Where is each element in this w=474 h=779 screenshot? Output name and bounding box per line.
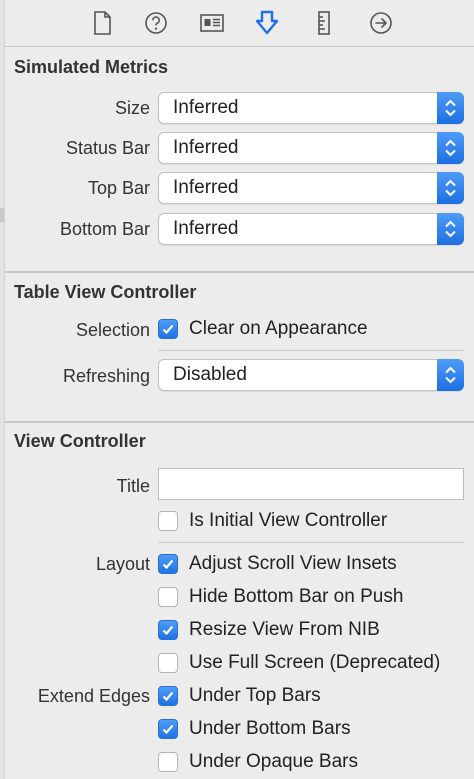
top-bar-value: Inferred bbox=[173, 177, 239, 198]
refreshing-popup[interactable]: Disabled bbox=[158, 359, 464, 391]
top-bar-label: Top Bar bbox=[87, 178, 150, 198]
view-controller-title: View Controller bbox=[14, 431, 146, 451]
bottom-bar-label: Bottom Bar bbox=[59, 219, 150, 239]
under-bottom-bars-checkbox[interactable] bbox=[158, 719, 178, 739]
hide-bottom-bar-label: Hide Bottom Bar on Push bbox=[189, 586, 404, 607]
adjust-scroll-view-insets-checkbox[interactable] bbox=[158, 554, 178, 574]
layout-label: Layout bbox=[95, 554, 150, 574]
adjust-scroll-view-insets-label: Adjust Scroll View Insets bbox=[189, 553, 397, 574]
is-initial-checkbox[interactable] bbox=[158, 511, 178, 531]
top-bar-popup[interactable]: Inferred bbox=[158, 172, 464, 204]
attributes-icon[interactable] bbox=[253, 9, 281, 37]
section-divider bbox=[5, 421, 474, 423]
refreshing-label: Refreshing bbox=[62, 366, 150, 386]
status-bar-value: Inferred bbox=[173, 137, 239, 158]
under-top-bars-label: Under Top Bars bbox=[189, 685, 321, 706]
clear-on-appearance-checkbox[interactable] bbox=[158, 319, 178, 339]
hide-bottom-bar-checkbox[interactable] bbox=[158, 587, 178, 607]
left-pane-edge bbox=[0, 0, 5, 779]
resize-view-from-nib-label: Resize View From NIB bbox=[189, 619, 380, 640]
inspector-toolbar bbox=[5, 0, 474, 47]
is-initial-label: Is Initial View Controller bbox=[189, 510, 388, 531]
refreshing-value: Disabled bbox=[173, 364, 247, 385]
help-icon[interactable] bbox=[142, 9, 170, 37]
stepper-icon bbox=[437, 132, 464, 164]
selection-label: Selection bbox=[75, 320, 150, 340]
title-label: Title bbox=[116, 476, 150, 496]
size-popup[interactable]: Inferred bbox=[158, 92, 464, 124]
under-opaque-bars-checkbox[interactable] bbox=[158, 752, 178, 772]
clear-on-appearance-label: Clear on Appearance bbox=[189, 318, 368, 339]
stepper-icon bbox=[437, 92, 464, 124]
pane-resize-notch bbox=[0, 208, 4, 222]
connections-icon[interactable] bbox=[367, 9, 395, 37]
table-view-controller-title: Table View Controller bbox=[14, 282, 197, 302]
size-icon[interactable] bbox=[310, 9, 338, 37]
title-input[interactable] bbox=[158, 468, 464, 500]
size-label: Size bbox=[114, 98, 150, 118]
simulated-metrics-title: Simulated Metrics bbox=[14, 57, 169, 77]
under-top-bars-checkbox[interactable] bbox=[158, 686, 178, 706]
stepper-icon bbox=[437, 172, 464, 204]
file-icon[interactable] bbox=[88, 9, 116, 37]
bottom-bar-value: Inferred bbox=[173, 218, 239, 239]
bottom-bar-popup[interactable]: Inferred bbox=[158, 213, 464, 245]
extend-edges-label: Extend Edges bbox=[37, 686, 150, 706]
stepper-icon bbox=[437, 359, 464, 391]
stepper-icon bbox=[437, 213, 464, 245]
identity-icon[interactable] bbox=[198, 9, 226, 37]
row-divider bbox=[158, 350, 464, 351]
row-divider bbox=[158, 542, 464, 543]
status-bar-label: Status Bar bbox=[65, 138, 150, 158]
resize-view-from-nib-checkbox[interactable] bbox=[158, 620, 178, 640]
under-opaque-bars-label: Under Opaque Bars bbox=[189, 751, 358, 772]
status-bar-popup[interactable]: Inferred bbox=[158, 132, 464, 164]
size-value: Inferred bbox=[173, 97, 239, 118]
under-bottom-bars-label: Under Bottom Bars bbox=[189, 718, 351, 739]
section-divider bbox=[5, 271, 474, 273]
use-full-screen-checkbox[interactable] bbox=[158, 653, 178, 673]
use-full-screen-label: Use Full Screen (Deprecated) bbox=[189, 652, 441, 673]
